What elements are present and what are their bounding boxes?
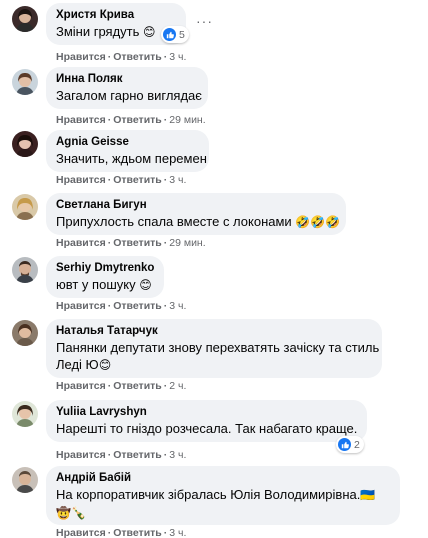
comment-bubble: Serhiy Dmytrenko ювт у пошуку 😊 xyxy=(46,256,164,298)
comment-text: Припухлость спала вместе с локонами 🤣🤣🤣 xyxy=(56,214,341,229)
like-link[interactable]: Нравится xyxy=(56,449,106,461)
cowboy-champagne-emoji: 🤠🍾 xyxy=(56,506,86,520)
comment-author[interactable]: Yuliia Lavryshyn xyxy=(56,405,357,420)
comment-bubble: Yuliia Lavryshyn Нарешті то гніздо розче… xyxy=(46,400,367,442)
comment-time[interactable]: 3 ч. xyxy=(169,51,186,63)
like-link[interactable]: Нравится xyxy=(56,380,106,392)
like-link[interactable]: Нравится xyxy=(56,114,106,126)
reaction-count: 2 xyxy=(354,438,360,451)
like-link[interactable]: Нравится xyxy=(56,51,106,63)
comment-time[interactable]: 3 ч. xyxy=(169,449,186,461)
reaction-count: 5 xyxy=(179,28,185,41)
comment-bubble: Андрій Бабій На корпоративчик зібралась … xyxy=(46,466,400,525)
reply-link[interactable]: Ответить xyxy=(113,527,162,538)
like-link[interactable]: Нравится xyxy=(56,174,106,186)
comment-time[interactable]: 29 мин. xyxy=(169,114,205,126)
comment-text: Панянки депутати знову перехватять зачіс… xyxy=(56,340,380,355)
reply-link[interactable]: Ответить xyxy=(113,380,162,392)
laughing-emoji: 🤣🤣🤣 xyxy=(295,215,341,229)
comment-text-line-2: 🤠🍾 xyxy=(56,504,390,522)
comment-time[interactable]: 29 мин. xyxy=(169,237,205,249)
comment-author[interactable]: Светлана Бигун xyxy=(56,198,336,213)
reply-link[interactable]: Ответить xyxy=(113,174,162,186)
avatar[interactable] xyxy=(12,131,38,157)
comment-actions: Нравится · Ответить · 2 ч. xyxy=(56,380,187,392)
comment-bubble: Светлана Бигун Припухлость спала вместе … xyxy=(46,193,346,235)
comment-actions: Нравится · Ответить · 3 ч. xyxy=(56,527,187,538)
avatar[interactable] xyxy=(12,257,38,283)
comment-author[interactable]: Инна Поляк xyxy=(56,72,198,87)
comment-text: Загалом гарно виглядає xyxy=(56,88,202,103)
smile-emoji: 😊 xyxy=(98,358,112,372)
comment-actions: Нравится · Ответить · 3 ч. xyxy=(56,449,187,461)
comment-actions: Нравится · Ответить · 3 ч. xyxy=(56,300,187,312)
like-icon xyxy=(163,28,176,41)
comment-time[interactable]: 3 ч. xyxy=(169,300,186,312)
avatar[interactable] xyxy=(12,194,38,220)
reaction-summary[interactable]: 5 xyxy=(161,26,189,43)
avatar[interactable] xyxy=(12,6,38,32)
avatar[interactable] xyxy=(12,320,38,346)
more-options-icon[interactable]: ··· xyxy=(196,14,213,28)
comment-author[interactable]: Андрій Бабій xyxy=(56,471,390,486)
comment-author[interactable]: Agnia Geisse xyxy=(56,135,199,150)
comment-bubble: Наталья Татарчук Панянки депутати знову … xyxy=(46,319,382,378)
reply-link[interactable]: Ответить xyxy=(113,300,162,312)
comment-actions: Нравится · Ответить · 3 ч. xyxy=(56,51,187,63)
like-icon xyxy=(338,438,351,451)
comment-text: Зміни грядуть 😊 xyxy=(56,24,156,39)
like-link[interactable]: Нравится xyxy=(56,300,106,312)
smile-emoji: 😊 xyxy=(139,278,152,292)
comment-time[interactable]: 3 ч. xyxy=(169,527,186,538)
comment-author[interactable]: Наталья Татарчук xyxy=(56,324,372,339)
comment-actions: Нравится · Ответить · 29 мин. xyxy=(56,114,206,126)
comment-bubble: Agnia Geisse Значить, ждьом перемен xyxy=(46,130,209,172)
comment-time[interactable]: 2 ч. xyxy=(169,380,186,392)
avatar[interactable] xyxy=(12,69,38,95)
like-link[interactable]: Нравится xyxy=(56,527,106,538)
reply-link[interactable]: Ответить xyxy=(113,237,162,249)
ukraine-flag-emoji: 🇺🇦 xyxy=(360,488,376,502)
comment-author[interactable]: Serhiy Dmytrenko xyxy=(56,261,154,276)
comment-text: Значить, ждьом перемен xyxy=(56,151,207,166)
avatar[interactable] xyxy=(12,401,38,427)
comment-author[interactable]: Христя Крива xyxy=(56,8,176,23)
reply-link[interactable]: Ответить xyxy=(113,449,162,461)
reply-link[interactable]: Ответить xyxy=(113,51,162,63)
avatar[interactable] xyxy=(12,467,38,493)
like-link[interactable]: Нравится xyxy=(56,237,106,249)
comment-text-line-2: Леді Ю😊 xyxy=(56,357,112,372)
comment-text: Нарешті то гніздо розчесала. Так набагат… xyxy=(56,421,358,436)
comment-text: На корпоративчик зібралась Юлія Володими… xyxy=(56,487,376,502)
reaction-summary[interactable]: 2 xyxy=(336,436,364,453)
comment-actions: Нравится · Ответить · 29 мин. xyxy=(56,237,206,249)
smile-emoji: 😊 xyxy=(143,25,156,39)
comment-bubble: Инна Поляк Загалом гарно виглядає xyxy=(46,67,208,109)
reply-link[interactable]: Ответить xyxy=(113,114,162,126)
comment-actions: Нравится · Ответить · 3 ч. xyxy=(56,174,187,186)
comment-text: ювт у пошуку 😊 xyxy=(56,277,152,292)
comment-time[interactable]: 3 ч. xyxy=(169,174,186,186)
